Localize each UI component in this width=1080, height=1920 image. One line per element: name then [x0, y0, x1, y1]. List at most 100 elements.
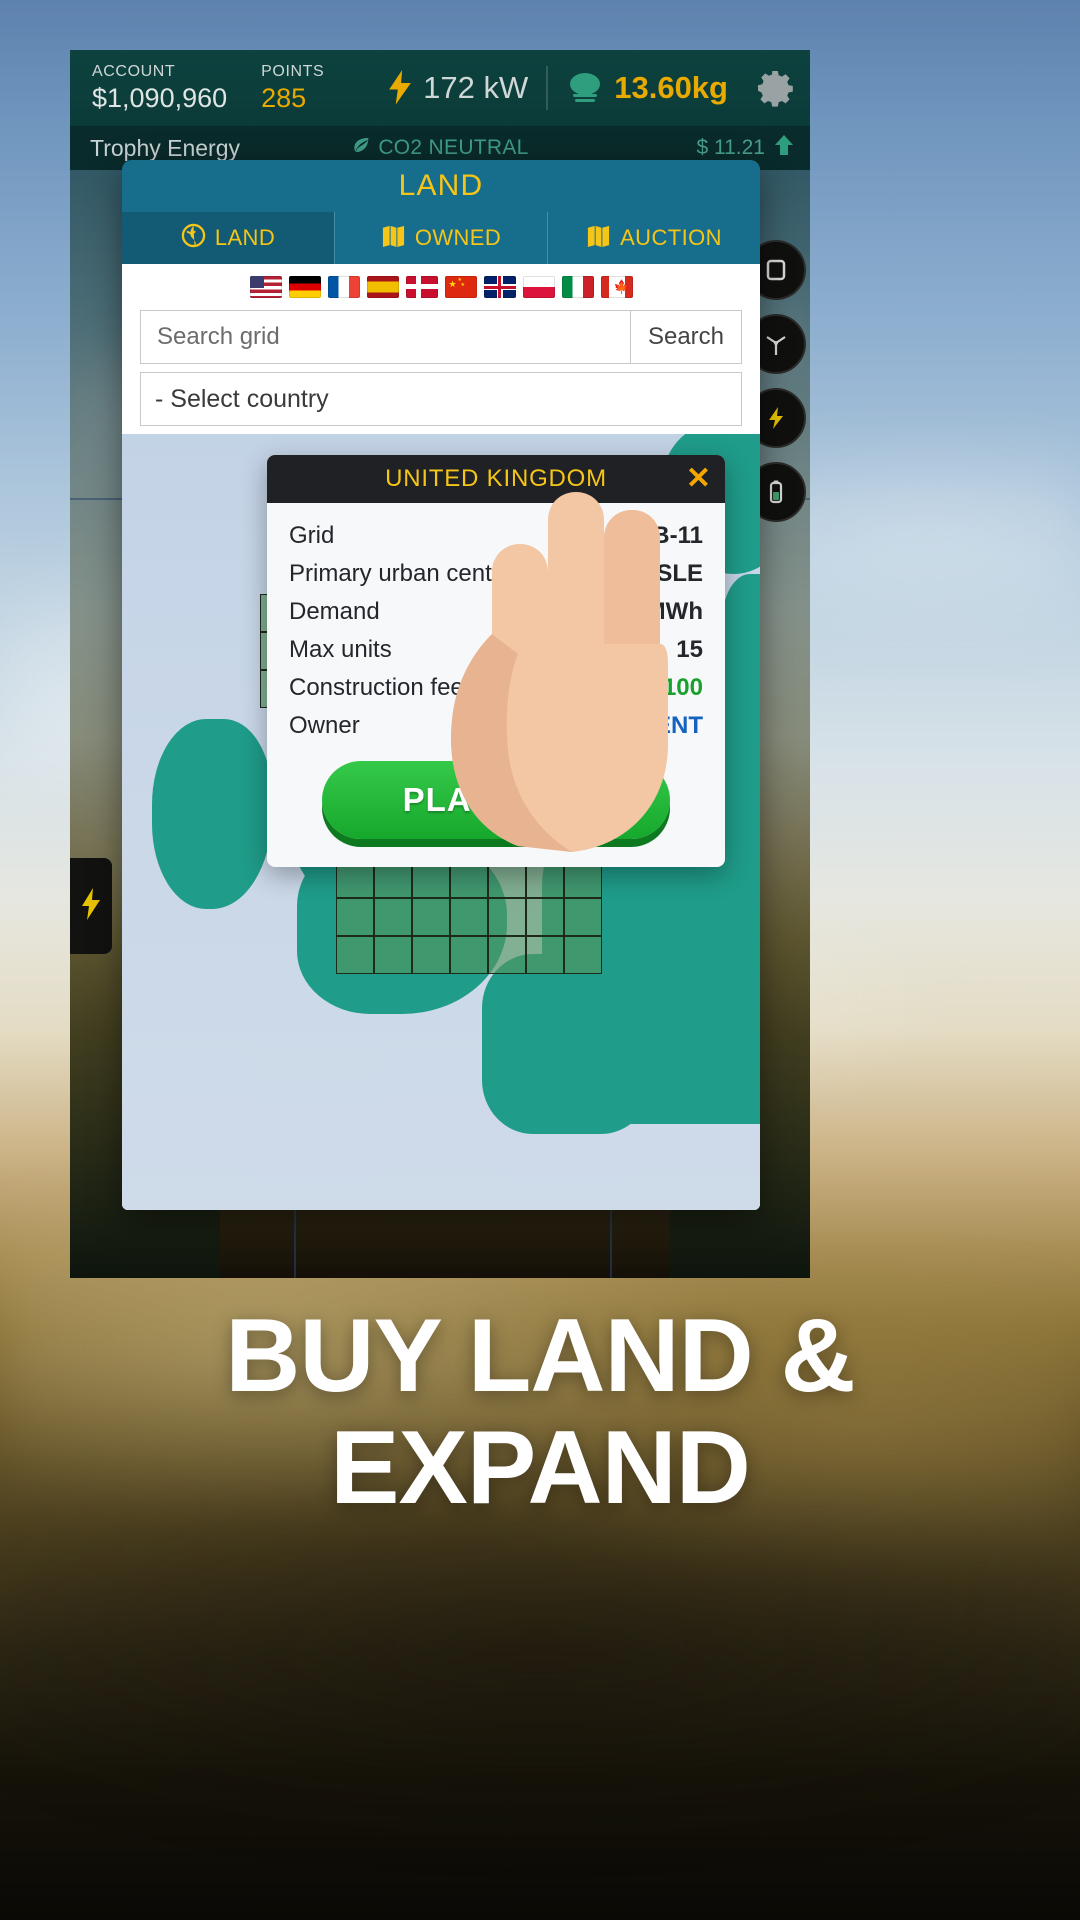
tab-owned[interactable]: OWNED: [334, 212, 547, 264]
land-cell[interactable]: [336, 898, 374, 936]
bolt-icon: [387, 70, 413, 106]
table-row: Primary urban center CARLISLE: [289, 555, 703, 593]
landmass-ireland: [152, 719, 272, 909]
tab-auction-label: AUCTION: [620, 225, 722, 250]
flag-spain[interactable]: [366, 276, 399, 298]
table-row: Max units 15: [289, 631, 703, 669]
caption-line-1: BUY LAND &: [225, 1298, 855, 1414]
game-screen: ACCOUNT $1,090,960 POINTS 285 172 kW 13.…: [70, 50, 810, 1278]
land-cell[interactable]: [336, 936, 374, 974]
row-value: GB-11: [633, 522, 703, 549]
gear-icon[interactable]: [756, 69, 794, 107]
flag-canada[interactable]: 🍁: [600, 276, 633, 298]
landmass-norway-coast: [722, 574, 760, 694]
row-value: CARLISLE: [583, 560, 703, 587]
land-cell[interactable]: [450, 936, 488, 974]
table-row: Grid GB-11: [289, 517, 703, 555]
land-cell[interactable]: [412, 898, 450, 936]
country-select[interactable]: - Select country: [140, 372, 742, 426]
land-cell[interactable]: [564, 936, 602, 974]
row-value: $100: [649, 674, 703, 701]
table-row: Construction fee $100: [289, 669, 703, 707]
row-key: Owner: [289, 712, 360, 739]
co2-status-badge: CO2 NEUTRAL: [351, 135, 528, 161]
account-stat: ACCOUNT $1,090,960: [92, 63, 227, 114]
land-cell[interactable]: [488, 898, 526, 936]
account-value: $1,090,960: [92, 82, 228, 113]
place-bid-button[interactable]: PLACE BID: [322, 761, 670, 839]
flag-poland[interactable]: [522, 276, 555, 298]
co2-status-text: CO2 NEUTRAL: [378, 136, 529, 159]
panel-tabs: LAND OWNED AUCTION: [122, 212, 760, 264]
row-key: Max units: [289, 636, 392, 663]
row-key: Construction fee: [289, 674, 464, 701]
co2-metric: 13.60kg: [548, 70, 746, 106]
search-input[interactable]: [140, 310, 630, 364]
cloud-icon: [566, 71, 604, 105]
land-cell[interactable]: [374, 898, 412, 936]
power-value: 172 kW: [423, 70, 529, 105]
land-panel: LAND LAND OWNED AUCTION ★ ★ ★ 🍁 Search g…: [122, 160, 760, 1210]
points-label: POINTS: [261, 62, 325, 80]
flag-germany[interactable]: [288, 276, 321, 298]
row-key: Demand: [289, 598, 380, 625]
bolt-icon: [80, 887, 102, 926]
energy-price: $ 11.21: [696, 134, 810, 162]
energy-price-value: $ 11.21: [696, 136, 765, 159]
arrow-up-icon: [774, 134, 794, 162]
land-cell[interactable]: [564, 898, 602, 936]
land-cell[interactable]: [412, 936, 450, 974]
table-row: Demand 765.22 MWh: [289, 593, 703, 631]
land-cell[interactable]: [488, 936, 526, 974]
globe-icon: [181, 223, 206, 254]
hud-stats: ACCOUNT $1,090,960 POINTS 285: [70, 63, 324, 114]
points-stat: POINTS 285: [261, 63, 324, 114]
tab-owned-label: OWNED: [414, 225, 502, 250]
land-cell[interactable]: [450, 898, 488, 936]
landmass-france: [482, 954, 652, 1134]
card-detail-rows: Grid GB-11 Primary urban center CARLISLE…: [267, 503, 725, 751]
caption-line-2: EXPAND: [330, 1410, 751, 1527]
row-value: 15: [676, 636, 703, 663]
card-header: UNITED KINGDOM ✕: [267, 455, 725, 503]
bid-button-wrap: PLACE BID: [267, 751, 725, 867]
company-name: Trophy Energy: [90, 134, 240, 161]
land-cell[interactable]: [526, 936, 564, 974]
flag-united-states[interactable]: [249, 276, 282, 298]
flag-italy[interactable]: [561, 276, 594, 298]
row-value: 765.22 MWh: [565, 598, 703, 625]
search-row: Search: [122, 310, 760, 364]
land-info-card: UNITED KINGDOM ✕ Grid GB-11 Primary urba…: [267, 455, 725, 867]
leaf-icon: [351, 135, 371, 161]
points-value: 285: [261, 82, 307, 113]
tab-auction[interactable]: AUCTION: [547, 212, 760, 264]
co2-weight: 13.60kg: [614, 70, 728, 105]
row-key: Primary urban center: [289, 560, 514, 587]
flag-france[interactable]: [327, 276, 360, 298]
flag-china[interactable]: ★ ★ ★: [444, 276, 477, 298]
land-cell[interactable]: [374, 936, 412, 974]
row-value[interactable]: GOVERNMENT: [531, 712, 703, 740]
left-energy-tab[interactable]: [70, 858, 112, 954]
search-button[interactable]: Search: [630, 310, 742, 364]
close-icon[interactable]: ✕: [686, 464, 711, 494]
map-icon: [586, 223, 611, 254]
power-metric: 172 kW: [369, 70, 546, 106]
flag-denmark[interactable]: [405, 276, 438, 298]
hud-metrics: 172 kW 13.60kg: [369, 66, 810, 110]
card-title: UNITED KINGDOM: [385, 465, 607, 492]
country-flag-row: ★ ★ ★ 🍁: [122, 264, 760, 310]
panel-body: ★ ★ ★ 🍁 Search grid Search - Select coun…: [122, 264, 760, 1210]
map-icon: [381, 223, 406, 254]
flag-united-kingdom[interactable]: [483, 276, 516, 298]
top-hud: ACCOUNT $1,090,960 POINTS 285 172 kW 13.…: [70, 50, 810, 126]
panel-title: LAND: [122, 160, 760, 212]
row-key: Grid: [289, 522, 335, 549]
account-label: ACCOUNT: [92, 62, 176, 80]
tab-land[interactable]: LAND: [122, 212, 334, 264]
table-row: Owner GOVERNMENT: [289, 707, 703, 745]
tab-land-label: LAND: [214, 225, 276, 250]
promo-caption: BUY LAND & EXPAND: [0, 1300, 1080, 1525]
land-cell[interactable]: [526, 898, 564, 936]
country-select-value: - Select country: [155, 384, 329, 413]
